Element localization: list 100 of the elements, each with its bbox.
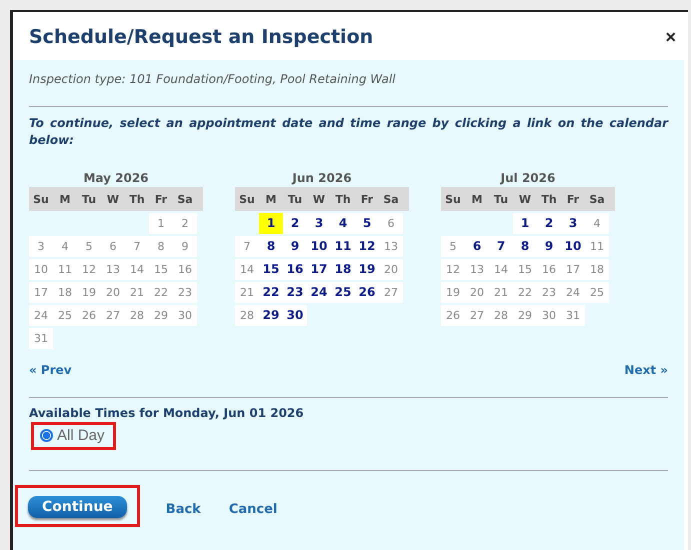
month-title: Jul 2026 — [499, 171, 556, 185]
radio-option[interactable]: All Day — [31, 422, 116, 450]
weekday-label: Th — [334, 192, 352, 206]
weekday-label: Sa — [382, 192, 400, 206]
date-link[interactable]: 25 — [331, 282, 355, 303]
date-cell: 26 — [77, 305, 101, 326]
prev-link[interactable]: « Prev — [29, 363, 72, 377]
date-link[interactable]: 8 — [259, 236, 283, 257]
date-cell: 27 — [101, 305, 125, 326]
date-link[interactable]: 26 — [355, 282, 379, 303]
date-cell: 7 — [125, 236, 149, 257]
next-link[interactable]: Next » — [624, 363, 668, 377]
date-link[interactable]: 24 — [307, 282, 331, 303]
date-cell: 25 — [53, 305, 77, 326]
weekday-label: Th — [128, 192, 146, 206]
date-cell: 25 — [585, 282, 609, 303]
date-cell: 29 — [513, 305, 537, 326]
date-link[interactable]: 1 — [259, 213, 283, 234]
date-cell: 19 — [441, 282, 465, 303]
date-cell: 9 — [173, 236, 197, 257]
date-link[interactable]: 18 — [331, 259, 355, 280]
date-cell: 28 — [235, 305, 259, 326]
date-cell: 3 — [29, 236, 53, 257]
date-cell: 29 — [149, 305, 173, 326]
weekday-label: Su — [444, 192, 462, 206]
date-cell: 2 — [173, 213, 197, 234]
date-link[interactable]: 29 — [259, 305, 283, 326]
date-link[interactable]: 6 — [465, 236, 489, 257]
weekday-label: Su — [238, 192, 256, 206]
date-cell: 30 — [537, 305, 561, 326]
date-cell: 18 — [53, 282, 77, 303]
date-cell: 4 — [53, 236, 77, 257]
date-cell: 15 — [149, 259, 173, 280]
date-link[interactable]: 7 — [489, 236, 513, 257]
date-link[interactable]: 3 — [561, 213, 585, 234]
date-link[interactable]: 23 — [283, 282, 307, 303]
weekday-label: Fr — [154, 192, 168, 206]
weekday-label: W — [106, 192, 120, 206]
date-cell: 24 — [561, 282, 585, 303]
date-link[interactable]: 2 — [537, 213, 561, 234]
date-cell: 19 — [77, 282, 101, 303]
action-link[interactable]: Cancel — [226, 494, 280, 518]
date-cell: 6 — [101, 236, 125, 257]
date-link[interactable]: 16 — [283, 259, 307, 280]
date-cell: 16 — [537, 259, 561, 280]
month-title: Jun 2026 — [290, 171, 353, 185]
date-link[interactable]: 3 — [307, 213, 331, 234]
date-cell: 26 — [441, 305, 465, 326]
date-link[interactable]: 19 — [355, 259, 379, 280]
date-link[interactable]: 11 — [331, 236, 355, 257]
weekday-label: M — [58, 192, 72, 206]
date-cell: 22 — [149, 282, 173, 303]
date-cell: 14 — [489, 259, 513, 280]
date-cell: 6 — [379, 213, 403, 234]
weekday-label: Tu — [80, 192, 98, 206]
date-link[interactable]: 10 — [307, 236, 331, 257]
date-cell: 28 — [125, 305, 149, 326]
date-link[interactable]: 5 — [355, 213, 379, 234]
date-cell: 5 — [441, 236, 465, 257]
date-link[interactable]: 2 — [283, 213, 307, 234]
weekday-label: Fr — [360, 192, 374, 206]
date-cell: 11 — [585, 236, 609, 257]
option-label: All Day — [57, 427, 105, 444]
date-cell: 12 — [441, 259, 465, 280]
dialog-title: Schedule/Request an Inspection — [29, 26, 374, 48]
date-link[interactable]: 17 — [307, 259, 331, 280]
date-cell: 24 — [29, 305, 53, 326]
weekday-label: Su — [32, 192, 50, 206]
date-link[interactable]: 10 — [561, 236, 585, 257]
date-link[interactable]: 22 — [259, 282, 283, 303]
close-button[interactable]: × — [665, 26, 676, 48]
date-cell: 16 — [173, 259, 197, 280]
date-link[interactable]: 12 — [355, 236, 379, 257]
date-cell: 30 — [173, 305, 197, 326]
date-cell: 12 — [77, 259, 101, 280]
date-cell: 4 — [585, 213, 609, 234]
date-link[interactable]: 4 — [331, 213, 355, 234]
date-link[interactable]: 15 — [259, 259, 283, 280]
weekday-label: M — [264, 192, 278, 206]
date-cell: 31 — [29, 328, 53, 349]
date-link[interactable]: 9 — [283, 236, 307, 257]
action-link[interactable]: Back — [164, 494, 203, 518]
instruction-text: To continue, select an appointment date and time range by clicking a link on the calendar below: — [29, 115, 668, 149]
date-cell: 23 — [537, 282, 561, 303]
date-cell: 21 — [235, 282, 259, 303]
date-cell: 18 — [585, 259, 609, 280]
radio-button[interactable] — [40, 429, 53, 442]
date-cell: 10 — [29, 259, 53, 280]
continue-button[interactable]: Continue — [28, 496, 127, 518]
date-link[interactable]: 1 — [513, 213, 537, 234]
date-cell: 27 — [379, 282, 403, 303]
weekday-label: Sa — [588, 192, 606, 206]
date-link[interactable]: 8 — [513, 236, 537, 257]
date-link[interactable]: 30 — [283, 305, 307, 326]
weekday-label: Th — [540, 192, 558, 206]
weekday-label: W — [518, 192, 532, 206]
date-cell: 1 — [149, 213, 173, 234]
date-link[interactable]: 9 — [537, 236, 561, 257]
date-cell: 8 — [149, 236, 173, 257]
date-cell: 20 — [379, 259, 403, 280]
